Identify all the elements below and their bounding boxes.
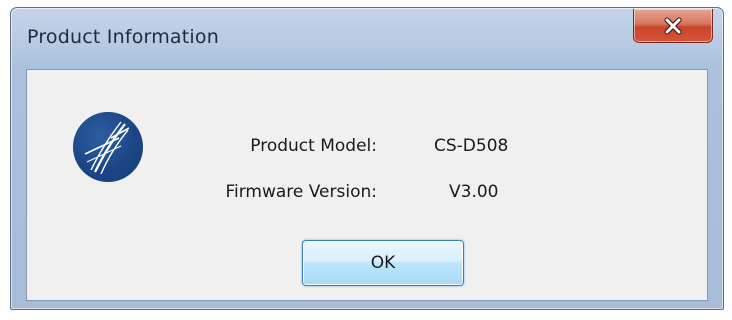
firmware-version-label: Firmware Version: bbox=[225, 182, 377, 202]
close-icon bbox=[664, 17, 682, 34]
app-logo bbox=[73, 112, 143, 182]
title-bar[interactable]: Product Information bbox=[11, 8, 723, 70]
window-title: Product Information bbox=[27, 26, 219, 48]
product-information-dialog: Product Information Product Model: CS-D5… bbox=[10, 7, 724, 310]
product-model-value: CS-D508 bbox=[434, 136, 509, 156]
logo-icon bbox=[84, 121, 130, 175]
close-button[interactable] bbox=[633, 9, 713, 43]
product-model-label: Product Model: bbox=[250, 136, 377, 156]
ok-button-label: OK bbox=[370, 253, 396, 273]
firmware-version-value: V3.00 bbox=[449, 182, 499, 202]
ok-button[interactable]: OK bbox=[302, 240, 464, 286]
dialog-content: Product Model: CS-D508 Firmware Version:… bbox=[26, 69, 708, 301]
